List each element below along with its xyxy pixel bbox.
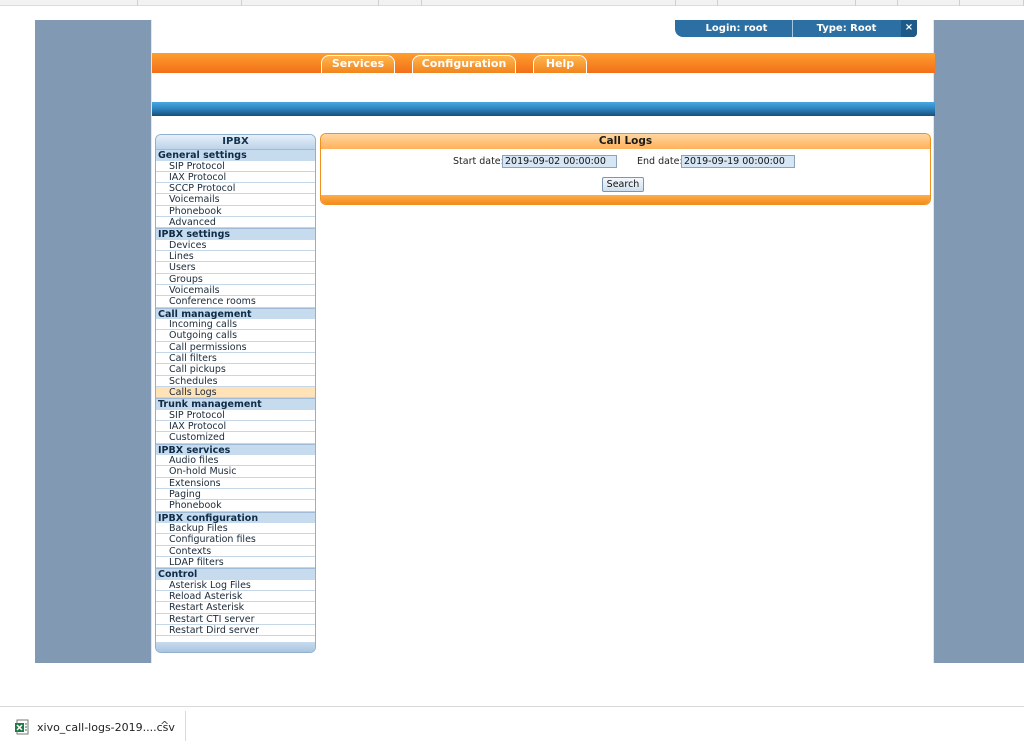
sidebar-item[interactable]: Conference rooms bbox=[156, 296, 315, 308]
sidebar-section-header: IPBX settings bbox=[156, 228, 315, 240]
sidebar-item[interactable]: SIP Protocol bbox=[156, 410, 315, 421]
sidebar-item[interactable]: Users bbox=[156, 262, 315, 274]
sidebar-list: General settings SIP Protocol IAX Protocol… bbox=[156, 149, 315, 637]
csv-file-icon bbox=[15, 719, 29, 735]
start-date-input[interactable]: 2019-09-02 00:00:00 bbox=[502, 155, 617, 168]
sidebar-section-header: Call management bbox=[156, 307, 315, 320]
sidebar-item[interactable]: SCCP Protocol bbox=[156, 183, 315, 195]
sidebar-item[interactable]: LDAP filters bbox=[156, 557, 315, 569]
sidebar-item[interactable]: Advanced bbox=[156, 217, 315, 229]
sidebar-item[interactable]: Phonebook bbox=[156, 500, 315, 512]
sidebar-item[interactable]: Configuration files bbox=[156, 534, 315, 546]
sidebar-item[interactable]: Audio files bbox=[156, 455, 315, 467]
sidebar-item[interactable]: Reload Asterisk bbox=[156, 591, 315, 603]
xivo-page: Login: root Type: Root × Services Config… bbox=[151, 20, 935, 663]
sidebar-item[interactable]: Restart CTI server bbox=[156, 614, 315, 625]
sidebar-item[interactable]: Voicemails bbox=[156, 194, 315, 206]
left-margin bbox=[35, 20, 151, 663]
download-file-name: xivo_call-logs-2019....csv bbox=[37, 721, 175, 734]
sidebar-item[interactable]: Devices bbox=[156, 240, 315, 252]
sidebar-item[interactable]: Voicemails bbox=[156, 285, 315, 297]
type-label: Type: Root bbox=[816, 23, 877, 34]
logout-close-button[interactable]: × bbox=[901, 20, 917, 37]
sidebar-item[interactable]: Calls Logs bbox=[156, 386, 315, 399]
sidebar-item[interactable]: Groups bbox=[156, 274, 315, 285]
sidebar-item[interactable]: IAX Protocol bbox=[156, 172, 315, 184]
panel-footer bbox=[321, 195, 930, 204]
sidebar-item[interactable]: Contexts bbox=[156, 546, 315, 557]
sidebar-item[interactable]: Call permissions bbox=[156, 342, 315, 353]
sidebar-item[interactable]: Customized bbox=[156, 432, 315, 444]
chevron-up-icon[interactable]: ^ bbox=[160, 719, 169, 732]
download-item[interactable]: xivo_call-logs-2019....csv ^ bbox=[12, 716, 185, 740]
end-date-label: End date: bbox=[637, 156, 683, 167]
sidebar-item[interactable]: Backup Files bbox=[156, 523, 315, 535]
login-label: Login: root bbox=[705, 23, 768, 34]
sidebar-title: IPBX bbox=[156, 135, 315, 149]
sidebar-section-header: Trunk management bbox=[156, 398, 315, 410]
sidebar-section-header: General settings bbox=[156, 149, 315, 161]
sidebar-item[interactable]: SIP Protocol bbox=[156, 161, 315, 172]
tab-services[interactable]: Services bbox=[321, 55, 395, 73]
login-bar: Login: root Type: Root × bbox=[675, 20, 917, 37]
sidebar-item[interactable]: Schedules bbox=[156, 376, 315, 387]
sidebar-item[interactable]: IAX Protocol bbox=[156, 421, 315, 433]
sidebar-item[interactable]: Restart Dird server bbox=[156, 625, 315, 637]
sidebar-item[interactable]: Lines bbox=[156, 251, 315, 263]
search-button[interactable]: Search bbox=[602, 177, 644, 192]
download-bar: xivo_call-logs-2019....csv ^ bbox=[0, 706, 1024, 746]
tab-configuration[interactable]: Configuration bbox=[412, 55, 516, 73]
panel-title: Call Logs bbox=[321, 134, 930, 149]
sidebar-item[interactable]: Call pickups bbox=[156, 364, 315, 376]
tab-help[interactable]: Help bbox=[533, 55, 587, 73]
sidebar-item[interactable]: Outgoing calls bbox=[156, 330, 315, 342]
sidebar-item[interactable]: Incoming calls bbox=[156, 319, 315, 331]
browser-viewport: Login: root Type: Root × Services Config… bbox=[0, 6, 1024, 706]
sidebar-section-header: IPBX services bbox=[156, 443, 315, 456]
sidebar-section-header: Control bbox=[156, 568, 315, 580]
download-separator bbox=[185, 711, 186, 741]
sidebar-footer bbox=[156, 642, 315, 652]
sidebar-item[interactable]: Paging bbox=[156, 489, 315, 501]
sidebar-item[interactable]: Call filters bbox=[156, 353, 315, 365]
sidebar-item[interactable]: Restart Asterisk bbox=[156, 602, 315, 614]
blue-band bbox=[152, 102, 935, 116]
sidebar-item[interactable]: Phonebook bbox=[156, 206, 315, 217]
sidebar-section-header: IPBX configuration bbox=[156, 511, 315, 524]
end-date-input[interactable]: 2019-09-19 00:00:00 bbox=[681, 155, 795, 168]
sidebar-menu: IPBX General settings SIP Protocol IAX Pro… bbox=[155, 134, 316, 653]
sidebar-item[interactable]: Asterisk Log Files bbox=[156, 580, 315, 591]
right-margin bbox=[934, 20, 1024, 663]
start-date-label: Start date: bbox=[453, 156, 504, 167]
sidebar-item[interactable]: On-hold Music bbox=[156, 466, 315, 478]
call-logs-panel: Call Logs Start date: 2019-09-02 00:00:0… bbox=[320, 133, 931, 205]
sidebar-item[interactable]: Extensions bbox=[156, 478, 315, 489]
